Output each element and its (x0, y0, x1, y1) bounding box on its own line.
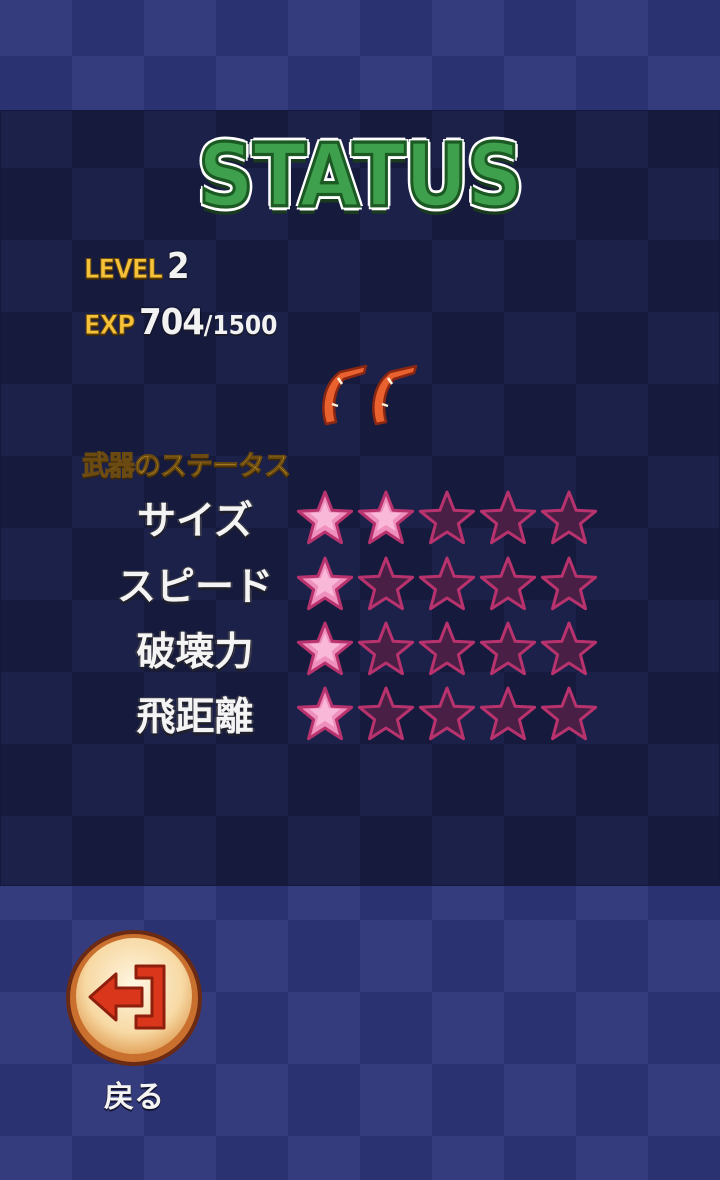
boomerang-icon (322, 364, 368, 426)
stat-label: スピード (116, 565, 273, 610)
star-empty-icon (479, 556, 537, 611)
star-empty-icon (357, 556, 415, 611)
level-value: 2 (166, 246, 190, 287)
level-label: LEVEL (84, 254, 164, 286)
star-rating (296, 556, 598, 611)
stat-row-size: サイズ (100, 486, 620, 550)
star-empty-icon (479, 686, 537, 741)
star-rating (296, 490, 598, 545)
star-empty-icon (540, 490, 598, 545)
exp-label: EXP (83, 310, 135, 342)
star-empty-icon (418, 686, 476, 741)
star-empty-icon (479, 621, 537, 676)
back-button-face (66, 930, 202, 1066)
star-empty-icon (479, 490, 537, 545)
exp-display: EXP 704/1500 (83, 302, 278, 343)
weapon-icons (322, 364, 418, 426)
stat-row-power: 破壊力 (100, 617, 620, 681)
boomerang-icon (372, 364, 418, 426)
level-display: LEVEL 2 (84, 246, 190, 287)
star-rating (296, 686, 598, 741)
exp-current: 704 (139, 302, 205, 343)
star-empty-icon (418, 556, 476, 611)
weapon-status-heading: 武器のステータス (82, 451, 292, 483)
back-button-label: 戻る (104, 1080, 164, 1115)
star-empty-icon (540, 621, 598, 676)
exp-max: 1500 (212, 311, 278, 341)
star-empty-icon (357, 621, 415, 676)
stat-label: サイズ (137, 499, 253, 544)
star-empty-icon (418, 621, 476, 676)
star-empty-icon (540, 556, 598, 611)
stat-row-range: 飛距離 (100, 682, 620, 746)
star-rating (296, 621, 598, 676)
stat-label: 飛距離 (136, 695, 254, 740)
star-empty-icon (357, 686, 415, 741)
page-title: STATUS (196, 125, 524, 229)
stat-row-speed: スピード (100, 552, 620, 616)
stat-label: 破壊力 (136, 630, 254, 675)
back-button[interactable] (64, 928, 204, 1068)
star-empty-icon (418, 490, 476, 545)
star-empty-icon (540, 686, 598, 741)
